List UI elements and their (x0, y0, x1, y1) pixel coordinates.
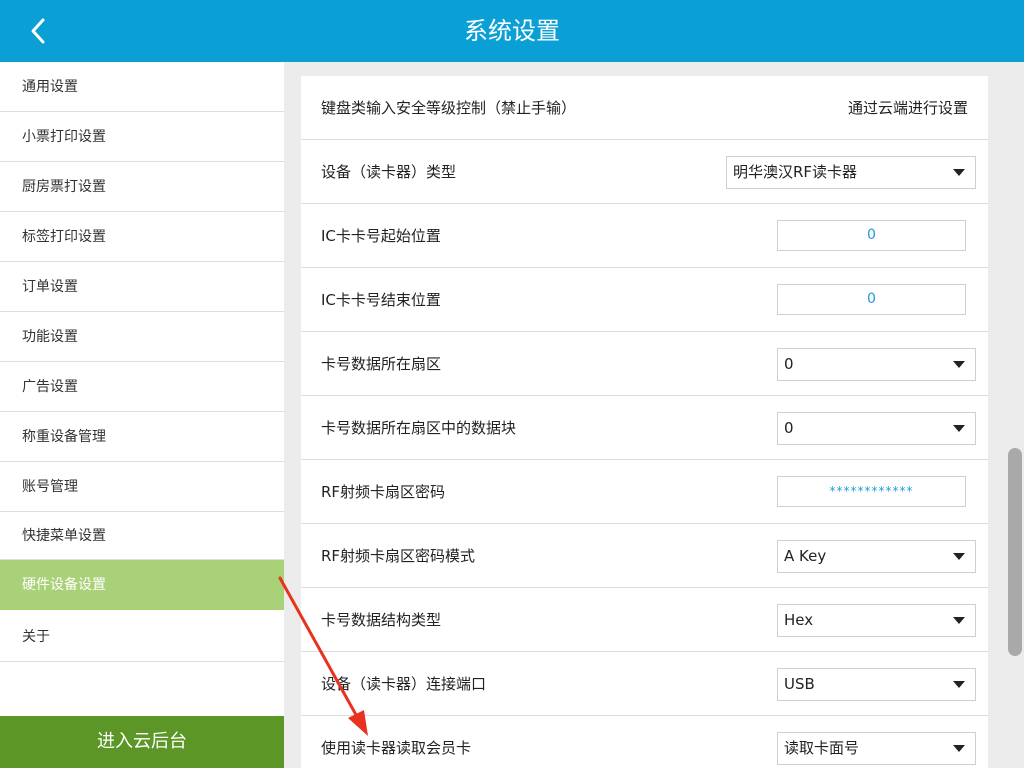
caret-down-icon (953, 745, 965, 752)
select-value: 0 (784, 419, 794, 437)
setting-row-ic-start: IC卡卡号起始位置 0 (301, 204, 988, 268)
app-header: 系统设置 (0, 0, 1024, 62)
select-value: A Key (784, 547, 827, 565)
setting-label: RF射频卡扇区密码 (321, 483, 446, 501)
sidebar-item-kitchen-print[interactable]: 厨房票打设置 (0, 162, 284, 212)
rf-password-mode-select[interactable]: A Key (777, 540, 976, 573)
setting-label: 卡号数据所在扇区 (321, 355, 442, 373)
page-title: 系统设置 (464, 17, 560, 45)
sidebar-item-receipt-print[interactable]: 小票打印设置 (0, 112, 284, 162)
setting-row-sector: 卡号数据所在扇区 0 (301, 332, 988, 396)
caret-down-icon (953, 553, 965, 560)
rf-password-input[interactable]: ************ (777, 476, 966, 507)
setting-row-data-structure: 卡号数据结构类型 Hex (301, 588, 988, 652)
member-card-read-select[interactable]: 读取卡面号 (777, 732, 976, 765)
settings-panel: 键盘类输入安全等级控制（禁止手输） 通过云端进行设置 设备（读卡器）类型 明华澳… (301, 76, 988, 768)
sidebar-item-quick-menu[interactable]: 快捷菜单设置 (0, 512, 284, 560)
setting-label: IC卡卡号结束位置 (321, 291, 441, 309)
setting-label: 卡号数据所在扇区中的数据块 (321, 419, 517, 437)
setting-label: 卡号数据结构类型 (321, 611, 442, 629)
sidebar-item-account[interactable]: 账号管理 (0, 462, 284, 512)
setting-label: IC卡卡号起始位置 (321, 227, 441, 245)
setting-row-data-block: 卡号数据所在扇区中的数据块 0 (301, 396, 988, 460)
sidebar-item-label-print[interactable]: 标签打印设置 (0, 212, 284, 262)
setting-label: 键盘类输入安全等级控制（禁止手输） (321, 99, 577, 117)
caret-down-icon (953, 617, 965, 624)
setting-label: 设备（读卡器）连接端口 (321, 675, 487, 693)
data-structure-select[interactable]: Hex (777, 604, 976, 637)
setting-label: 设备（读卡器）类型 (321, 163, 457, 181)
setting-row-member-card: 使用读卡器读取会员卡 读取卡面号 (301, 716, 988, 768)
enter-cloud-backend-button[interactable]: 进入云后台 (0, 716, 284, 768)
sidebar-item-order[interactable]: 订单设置 (0, 262, 284, 312)
caret-down-icon (953, 169, 965, 176)
setting-row-reader-type: 设备（读卡器）类型 明华澳汉RF读卡器 (301, 140, 988, 204)
sector-select[interactable]: 0 (777, 348, 976, 381)
select-value: USB (784, 675, 815, 693)
connection-port-select[interactable]: USB (777, 668, 976, 701)
setting-row-rf-password: RF射频卡扇区密码 ************ (301, 460, 988, 524)
caret-down-icon (953, 361, 965, 368)
select-value: 0 (784, 355, 794, 373)
data-block-select[interactable]: 0 (777, 412, 976, 445)
sidebar: 通用设置 小票打印设置 厨房票打设置 标签打印设置 订单设置 功能设置 广告设置… (0, 62, 284, 768)
select-value: Hex (784, 611, 814, 629)
caret-down-icon (953, 681, 965, 688)
caret-down-icon (953, 425, 965, 432)
setting-row-ic-end: IC卡卡号结束位置 0 (301, 268, 988, 332)
select-value: 明华澳汉RF读卡器 (733, 163, 858, 181)
setting-row-port: 设备（读卡器）连接端口 USB (301, 652, 988, 716)
setting-row-keyboard-security: 键盘类输入安全等级控制（禁止手输） 通过云端进行设置 (301, 76, 988, 140)
sidebar-item-features[interactable]: 功能设置 (0, 312, 284, 362)
ic-start-position-input[interactable]: 0 (777, 220, 966, 251)
setting-label: RF射频卡扇区密码模式 (321, 547, 476, 565)
sidebar-item-scale[interactable]: 称重设备管理 (0, 412, 284, 462)
sidebar-item-ads[interactable]: 广告设置 (0, 362, 284, 412)
reader-type-select[interactable]: 明华澳汉RF读卡器 (726, 156, 976, 189)
sidebar-item-general[interactable]: 通用设置 (0, 62, 284, 112)
setting-value-text: 通过云端进行设置 (847, 99, 968, 117)
ic-end-position-input[interactable]: 0 (777, 284, 966, 315)
select-value: 读取卡面号 (784, 739, 860, 757)
scrollbar-thumb[interactable] (1008, 448, 1022, 656)
setting-row-rf-password-mode: RF射频卡扇区密码模式 A Key (301, 524, 988, 588)
sidebar-item-hardware[interactable]: 硬件设备设置 (0, 560, 284, 610)
settings-content: 键盘类输入安全等级控制（禁止手输） 通过云端进行设置 设备（读卡器）类型 明华澳… (284, 62, 1024, 768)
setting-label: 使用读卡器读取会员卡 (321, 739, 472, 757)
sidebar-item-about[interactable]: 关于 (0, 612, 284, 662)
